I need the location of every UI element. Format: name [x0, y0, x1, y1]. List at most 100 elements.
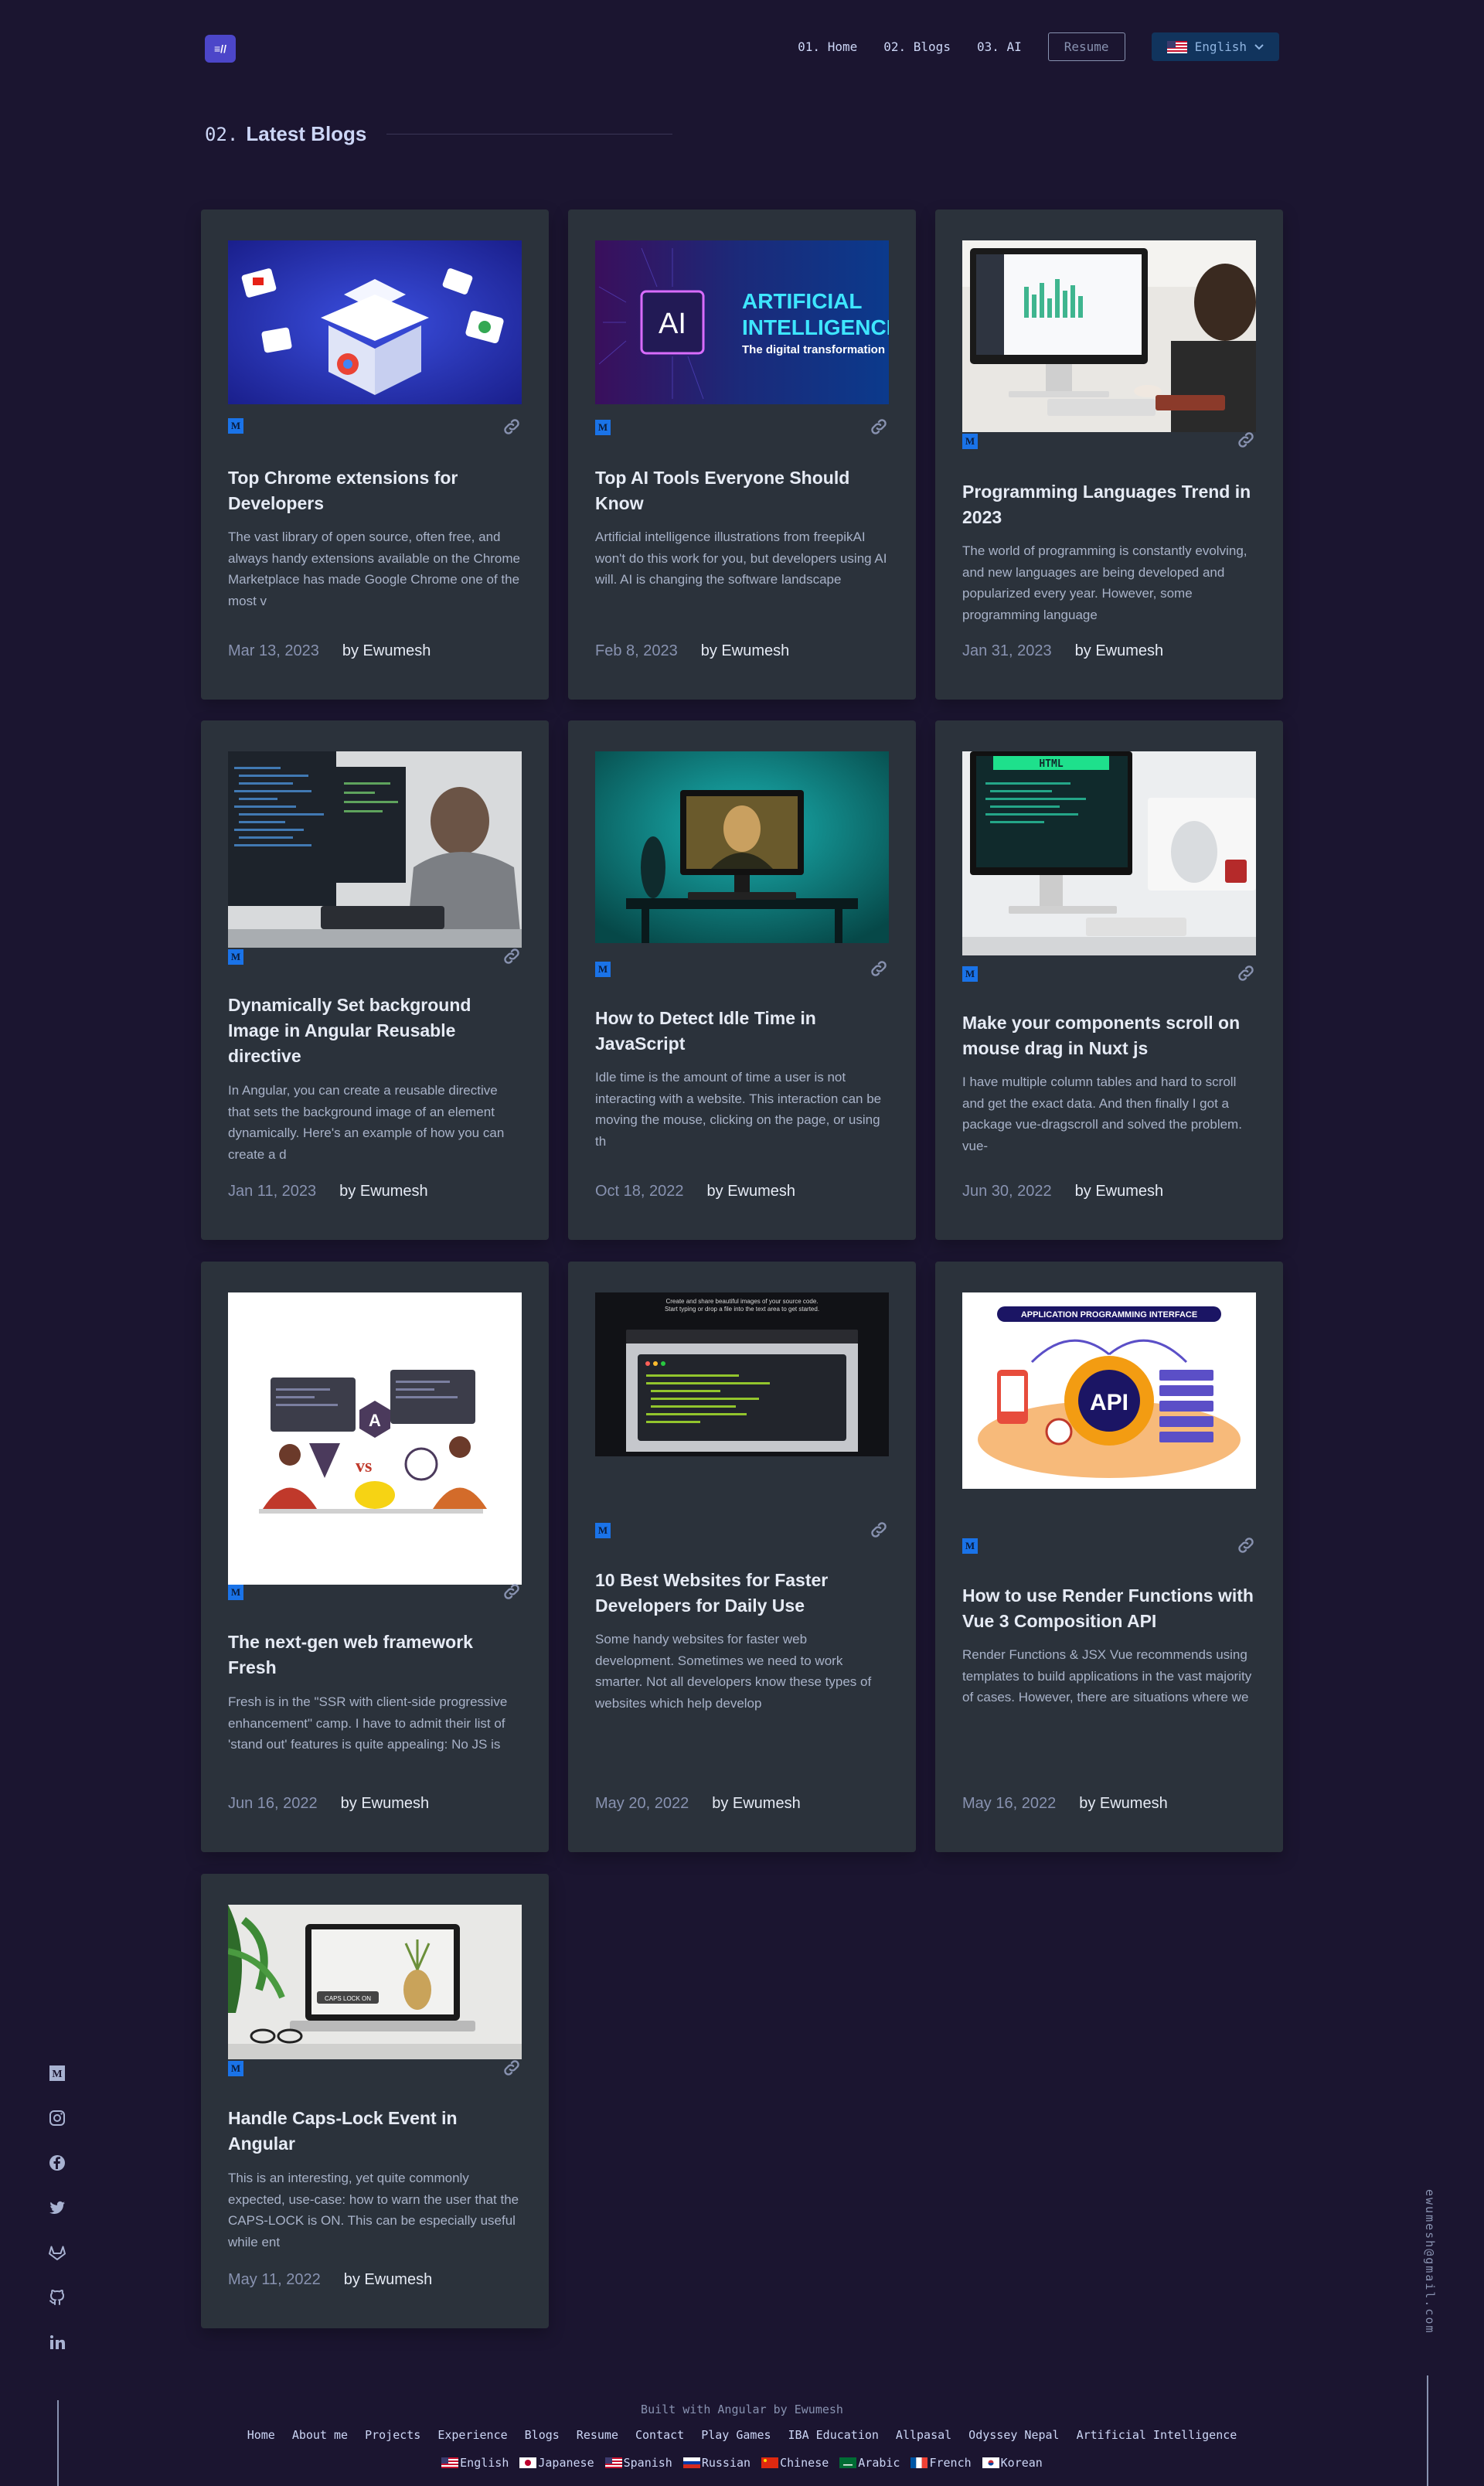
language-select[interactable]: English — [1151, 32, 1279, 61]
footer-link-play-games[interactable]: Play Games — [701, 2428, 771, 2442]
footer-links: Home About me Projects Experience Blogs … — [0, 2428, 1484, 2442]
api-illustration[interactable]: APPLICATION PROGRAMMING INTERFACE API — [962, 1292, 1256, 1489]
html-desk-photo[interactable]: HTML — [962, 751, 1256, 955]
language-option[interactable]: French — [910, 2456, 972, 2470]
blog-author: by Ewumesh — [340, 1795, 430, 1812]
external-link-icon[interactable] — [502, 417, 522, 437]
framework-vs-illustration[interactable]: A vs — [228, 1292, 522, 1585]
language-option[interactable]: English — [441, 2456, 509, 2470]
blog-title[interactable]: Handle Caps-Lock Event in Angular — [228, 2106, 526, 2157]
blog-meta: May 11, 2022 by Ewumesh — [228, 2271, 432, 2289]
mona-lisa-monitor-photo[interactable] — [595, 751, 889, 943]
blog-title[interactable]: How to Detect Idle Time in JavaScript — [595, 1006, 893, 1057]
blog-meta: May 16, 2022 by Ewumesh — [962, 1795, 1168, 1813]
language-label: Japanese — [538, 2456, 594, 2470]
resume-button[interactable]: Resume — [1047, 32, 1125, 61]
facebook-icon[interactable] — [48, 2154, 66, 2172]
framework-logo-text: A — [369, 1411, 381, 1430]
language-label: English — [460, 2456, 509, 2470]
footer-link-home[interactable]: Home — [247, 2428, 275, 2442]
blog-date: Jan 11, 2023 — [228, 1183, 317, 1200]
blog-card[interactable]: M Top Chrome extensions for Developers T… — [201, 209, 549, 700]
blog-title[interactable]: Top Chrome extensions for Developers — [228, 465, 526, 516]
nav-home[interactable]: 01. Home — [798, 39, 857, 54]
footer-link-resume[interactable]: Resume — [577, 2428, 618, 2442]
footer-link-experience[interactable]: Experience — [437, 2428, 507, 2442]
site-logo[interactable]: ≡// — [205, 35, 236, 63]
russia-flag-icon — [682, 2457, 700, 2468]
instagram-icon[interactable] — [48, 2109, 66, 2127]
language-option[interactable]: Spanish — [604, 2456, 672, 2470]
chevron-down-icon — [1254, 43, 1264, 49]
language-option[interactable]: Arabic — [839, 2456, 900, 2470]
footer-link-blogs[interactable]: Blogs — [525, 2428, 560, 2442]
external-link-icon[interactable] — [869, 1520, 889, 1540]
language-label: Spanish — [623, 2456, 672, 2470]
medium-icon[interactable]: M — [48, 2064, 66, 2082]
linkedin-icon[interactable] — [48, 2333, 66, 2351]
external-link-icon[interactable] — [1236, 430, 1256, 450]
blog-date: Oct 18, 2022 — [595, 1183, 684, 1200]
gitlab-icon[interactable] — [48, 2243, 66, 2262]
footer-link-iba-education[interactable]: IBA Education — [788, 2428, 879, 2442]
blog-card[interactable]: M Programming Languages Trend in 2023 Th… — [935, 209, 1283, 700]
code-snippet-screenshot[interactable]: Create and share beautiful images of you… — [595, 1292, 889, 1456]
section-title: Latest Blogs — [246, 122, 367, 145]
blog-card[interactable]: CAPS LOCK ON M Handle Caps-Lock Event in… — [201, 1874, 549, 2328]
blog-meta: Mar 13, 2023 by Ewumesh — [228, 642, 431, 660]
blog-description: The vast library of open source, often f… — [228, 530, 521, 608]
site-header: ≡// 01. Home 02. Blogs 03. AI Resume Eng… — [205, 29, 1279, 66]
blog-date: Jun 16, 2022 — [228, 1795, 318, 1812]
external-link-icon[interactable] — [502, 2058, 522, 2078]
external-link-icon[interactable] — [1236, 963, 1256, 983]
blog-title[interactable]: Dynamically Set background Image in Angu… — [228, 993, 526, 1069]
developer-coding-photo[interactable] — [228, 751, 522, 948]
chrome-extensions-illustration[interactable] — [228, 240, 522, 404]
language-option[interactable]: Korean — [982, 2456, 1043, 2470]
blog-title[interactable]: Make your components scroll on mouse dra… — [962, 1010, 1260, 1061]
blog-card[interactable]: APPLICATION PROGRAMMING INTERFACE API M … — [935, 1262, 1283, 1852]
footer-link-odyssey-nepal[interactable]: Odyssey Nepal — [968, 2428, 1059, 2442]
blog-meta: Feb 8, 2023 by Ewumesh — [595, 642, 789, 660]
analytics-desk-photo[interactable] — [962, 240, 1256, 432]
blog-author: by Ewumesh — [700, 642, 790, 659]
github-icon[interactable] — [48, 2288, 66, 2307]
blog-card[interactable]: M How to Detect Idle Time in JavaScript … — [568, 720, 916, 1240]
blog-card[interactable]: AI ARTIFICIAL INTELLIGENCE The digital t… — [568, 209, 916, 700]
blog-card[interactable]: Create and share beautiful images of you… — [568, 1262, 916, 1852]
external-link-icon[interactable] — [1236, 1535, 1256, 1555]
blog-title[interactable]: The next-gen web framework Fresh — [228, 1630, 526, 1681]
footer-link-about[interactable]: About me — [292, 2428, 348, 2442]
language-option[interactable]: Chinese — [761, 2456, 829, 2470]
footer-languages: English Japanese Spanish Russian Chinese… — [0, 2456, 1484, 2470]
blog-title[interactable]: 10 Best Websites for Faster Developers f… — [595, 1568, 893, 1619]
ai-chip-banner[interactable]: AI ARTIFICIAL INTELLIGENCE The digital t… — [595, 240, 889, 404]
language-option[interactable]: Russian — [682, 2456, 751, 2470]
email-link[interactable]: ewumesh@gmail.com — [1420, 2189, 1437, 2336]
footer-link-projects[interactable]: Projects — [365, 2428, 420, 2442]
language-option[interactable]: Japanese — [519, 2456, 594, 2470]
nav-ai[interactable]: 03. AI — [977, 39, 1022, 54]
footer-credit: Built with Angular by Ewumesh — [641, 2403, 843, 2416]
blog-title[interactable]: How to use Render Functions with Vue 3 C… — [962, 1583, 1260, 1634]
twitter-icon[interactable] — [48, 2198, 66, 2217]
medium-badge-icon: M — [962, 434, 978, 449]
us-flag-icon — [1166, 40, 1187, 53]
medium-badge-icon: M — [595, 420, 611, 435]
footer-link-allpasal[interactable]: Allpasal — [896, 2428, 951, 2442]
blog-description: Idle time is the amount of time a user i… — [595, 1070, 882, 1149]
footer-link-ai[interactable]: Artificial Intelligence — [1077, 2428, 1237, 2442]
language-label: Arabic — [858, 2456, 900, 2470]
footer-link-contact[interactable]: Contact — [635, 2428, 684, 2442]
external-link-icon[interactable] — [869, 959, 889, 979]
blog-title[interactable]: Top AI Tools Everyone Should Know — [595, 465, 893, 516]
external-link-icon[interactable] — [502, 1582, 522, 1602]
external-link-icon[interactable] — [502, 946, 522, 966]
nav-blogs[interactable]: 02. Blogs — [883, 39, 951, 54]
blog-card[interactable]: M Dynamically Set background Image in An… — [201, 720, 549, 1240]
blog-card[interactable]: HTML M Make your components scroll on mo… — [935, 720, 1283, 1240]
external-link-icon[interactable] — [869, 417, 889, 437]
blog-title[interactable]: Programming Languages Trend in 2023 — [962, 479, 1260, 530]
blog-card[interactable]: A vs M The next-gen web framework Fresh … — [201, 1262, 549, 1852]
laptop-caps-lock-photo[interactable]: CAPS LOCK ON — [228, 1905, 522, 2059]
